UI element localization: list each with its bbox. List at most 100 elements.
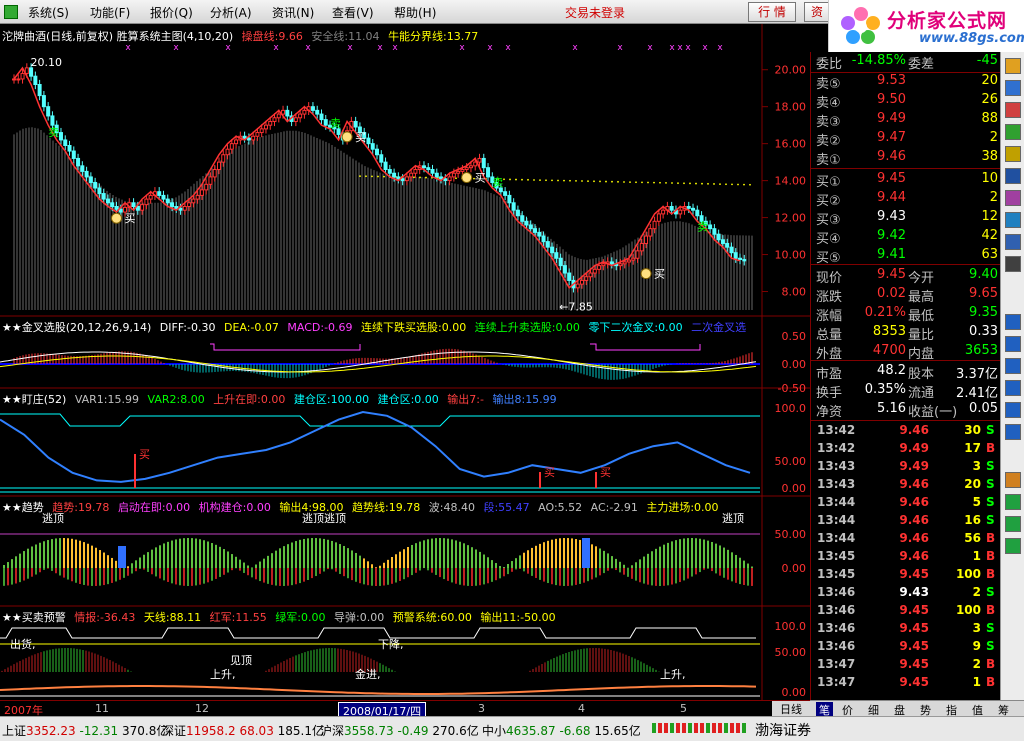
date-label-3: 3 — [478, 702, 485, 715]
toolbar-icon-14[interactable] — [1005, 380, 1021, 396]
signal-x-marker: x — [225, 43, 231, 53]
tick-price: 9.45 — [899, 657, 929, 671]
tick-row[interactable]: 13:42 9.46 30 S — [811, 423, 1001, 440]
bull-line-dot — [635, 181, 637, 184]
toolbar-icon-15[interactable] — [1005, 402, 1021, 418]
stat-label: 现价 — [816, 271, 843, 286]
ask-row[interactable]: 卖③ 9.49 88 — [811, 111, 1001, 130]
index-hs[interactable]: 沪深3558.73 -0.49 270.6亿 — [320, 722, 479, 739]
bull-line-dot — [587, 180, 589, 183]
bull-line-dot — [695, 182, 697, 185]
candle-body — [686, 205, 691, 209]
date-axis: 2007年 11 12 2008/01/17/四 3 4 5 日线 — [0, 700, 810, 720]
candle-body — [212, 169, 217, 178]
tick-row[interactable]: 13:44 9.46 16 S — [811, 513, 1001, 530]
ask-row[interactable]: 卖① 9.46 38 — [811, 149, 1001, 168]
candle-body — [41, 95, 46, 108]
candle-body — [486, 167, 491, 178]
toolbar-icon-20[interactable] — [1005, 538, 1021, 554]
tick-row[interactable]: 13:44 9.46 5 S — [811, 495, 1001, 512]
toolbar-icon-6[interactable] — [1005, 168, 1021, 184]
bid-row[interactable]: 买② 9.44 2 — [811, 190, 1001, 209]
tick-row[interactable]: 13:46 9.45 9 S — [811, 639, 1001, 656]
menu-system[interactable]: 系统(S) — [28, 4, 69, 21]
toolbar-icon-2[interactable] — [1005, 80, 1021, 96]
tick-row[interactable]: 13:47 9.45 1 B — [811, 675, 1001, 692]
tick-row[interactable]: 13:43 9.46 20 S — [811, 477, 1001, 494]
toolbar-icon-3[interactable] — [1005, 102, 1021, 118]
toolbar-icon-16[interactable] — [1005, 424, 1021, 440]
index-zx-change: -6.68 — [559, 724, 591, 738]
menu-quote[interactable]: 报价(Q) — [150, 4, 193, 21]
brand-logo: 分析家公式网 www.88gs.com — [828, 0, 1024, 52]
bull-line-dot — [743, 183, 745, 186]
toolbar-icon-7[interactable] — [1005, 190, 1021, 206]
tick-row[interactable]: 13:46 9.45 3 S — [811, 621, 1001, 638]
tick-row[interactable]: 13:47 9.45 2 B — [811, 657, 1001, 674]
tick-volume: 2 — [972, 585, 981, 599]
period-tab[interactable]: 日线 — [772, 701, 810, 717]
toolbar-icon-18[interactable] — [1005, 494, 1021, 510]
quote-button[interactable]: 行 情 — [748, 2, 796, 22]
bull-line-dot — [641, 181, 643, 184]
menu-help[interactable]: 帮助(H) — [394, 4, 436, 21]
tick-row[interactable]: 13:43 9.49 3 S — [811, 459, 1001, 476]
stat-value: 0.02 — [877, 286, 906, 301]
candle-body — [315, 109, 320, 115]
signal-bars-icon — [652, 721, 748, 738]
signal-x-marker: x — [717, 43, 723, 53]
ask-row[interactable]: 卖⑤ 9.53 20 — [811, 73, 1001, 92]
menu-analysis[interactable]: 分析(A) — [210, 4, 252, 21]
toolbar-icon-4[interactable] — [1005, 124, 1021, 140]
fundamental-row: 净资 5.16 收益(一) 0.05 — [811, 401, 1001, 420]
index-sh[interactable]: 上证3352.23 -12.31 370.8亿 — [2, 722, 168, 739]
index-sz[interactable]: 深证11958.2 68.03 185.1亿 — [162, 722, 324, 739]
candle-body — [195, 194, 200, 200]
ask-row[interactable]: 卖④ 9.50 26 — [811, 92, 1001, 111]
candle-body — [366, 137, 371, 145]
bid-row[interactable]: 买④ 9.42 42 — [811, 228, 1001, 247]
toolbar-icon-9[interactable] — [1005, 234, 1021, 250]
tick-row[interactable]: 13:46 9.43 2 S — [811, 585, 1001, 602]
ask-row[interactable]: 卖② 9.47 2 — [811, 130, 1001, 149]
toolbar-icon-1[interactable] — [1005, 58, 1021, 74]
menu-function[interactable]: 功能(F) — [90, 4, 130, 21]
tick-row[interactable]: 13:45 9.45 100 B — [811, 567, 1001, 584]
bull-line-dot — [749, 183, 751, 186]
warning-indicator-6: 输出11:-50.00 — [480, 611, 556, 624]
tick-time: 13:43 — [817, 459, 856, 473]
toolbar-icon-8[interactable] — [1005, 212, 1021, 228]
toolbar-icon-11[interactable] — [1005, 314, 1021, 330]
toolbar-icon-13[interactable] — [1005, 358, 1021, 374]
bid-price: 9.41 — [877, 247, 906, 262]
tick-time: 13:44 — [817, 513, 856, 527]
toolbar-icon-5[interactable] — [1005, 146, 1021, 162]
menu-news[interactable]: 资讯(N) — [272, 4, 314, 21]
brand-url[interactable]: www.88gs.com — [919, 31, 1024, 46]
candle-body — [182, 205, 187, 211]
tick-row[interactable]: 13:45 9.46 1 B — [811, 549, 1001, 566]
bid-row[interactable]: 买③ 9.43 12 — [811, 209, 1001, 228]
chart-area[interactable]: 8.00 10.00 12.00 14.00 16.00 18.00 20.00 20.10 ←… — [0, 24, 810, 700]
tick-row[interactable]: 13:44 9.46 56 B — [811, 531, 1001, 548]
toolbar-icon-19[interactable] — [1005, 516, 1021, 532]
candle-body — [725, 242, 730, 248]
tick-side: S — [986, 495, 995, 509]
toolbar-icon-12[interactable] — [1005, 336, 1021, 352]
bull-line-dot — [599, 180, 601, 183]
index-zx[interactable]: 中小4635.87 -6.68 15.65亿 — [482, 722, 641, 739]
zhuang-indicator-0: VAR1:15.99 — [74, 393, 139, 406]
menu-view[interactable]: 查看(V) — [332, 4, 374, 21]
info-button[interactable]: 资 — [804, 2, 830, 22]
kline-chart[interactable]: 8.00 10.00 12.00 14.00 16.00 18.00 20.00 20.10 ←… — [0, 24, 810, 700]
bid-row[interactable]: 买① 9.45 10 — [811, 171, 1001, 190]
toolbar-icon-10[interactable] — [1005, 256, 1021, 272]
tick-row[interactable]: 13:46 9.45 100 B — [811, 603, 1001, 620]
candle-body — [110, 202, 115, 207]
toolbar-icon-17[interactable] — [1005, 472, 1021, 488]
tick-row[interactable]: 13:42 9.49 17 B — [811, 441, 1001, 458]
trade-login-status[interactable]: 交易未登录 — [565, 4, 625, 21]
trend-indicator-0: 趋势:19.78 — [52, 501, 110, 514]
trend-indicator-7: AO:5.52 — [538, 501, 583, 514]
bull-line-dot — [677, 182, 679, 185]
